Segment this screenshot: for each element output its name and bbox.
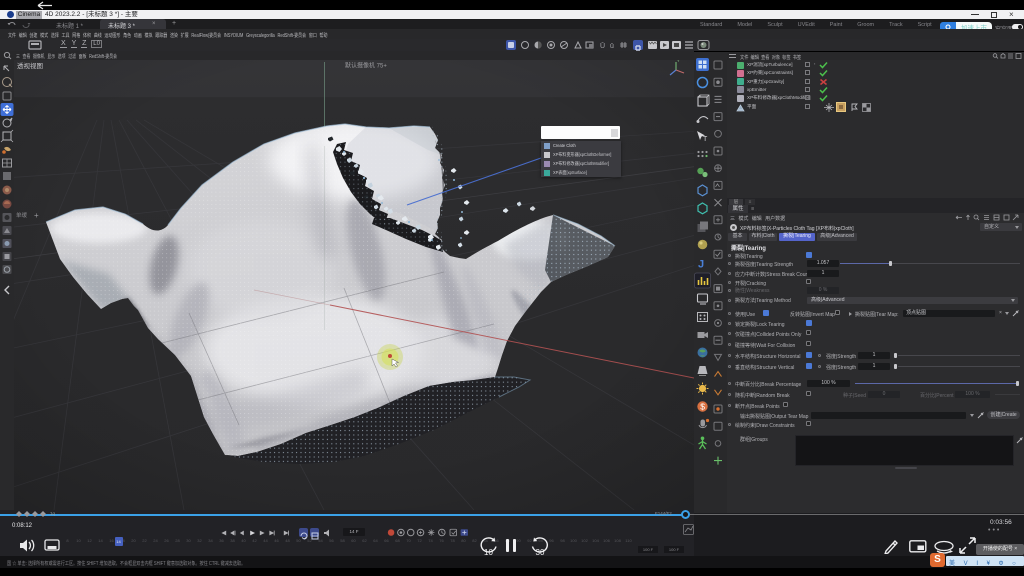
svg-text:T: T	[703, 136, 708, 143]
svg-text:$: $	[700, 402, 705, 412]
svg-text:Y: Y	[677, 60, 680, 63]
svg-text:10: 10	[484, 548, 493, 557]
svg-text:J: J	[698, 259, 704, 271]
svg-text:默认摄像机 75+: 默认摄像机 75+	[345, 62, 387, 70]
svg-text:ū: ū	[610, 43, 614, 50]
svg-text:单缓: 单缓	[16, 211, 28, 219]
svg-text:+: +	[34, 211, 39, 220]
svg-text:30: 30	[536, 548, 545, 557]
svg-text:透视视图: 透视视图	[17, 61, 43, 70]
svg-text:Ū: Ū	[600, 42, 605, 50]
